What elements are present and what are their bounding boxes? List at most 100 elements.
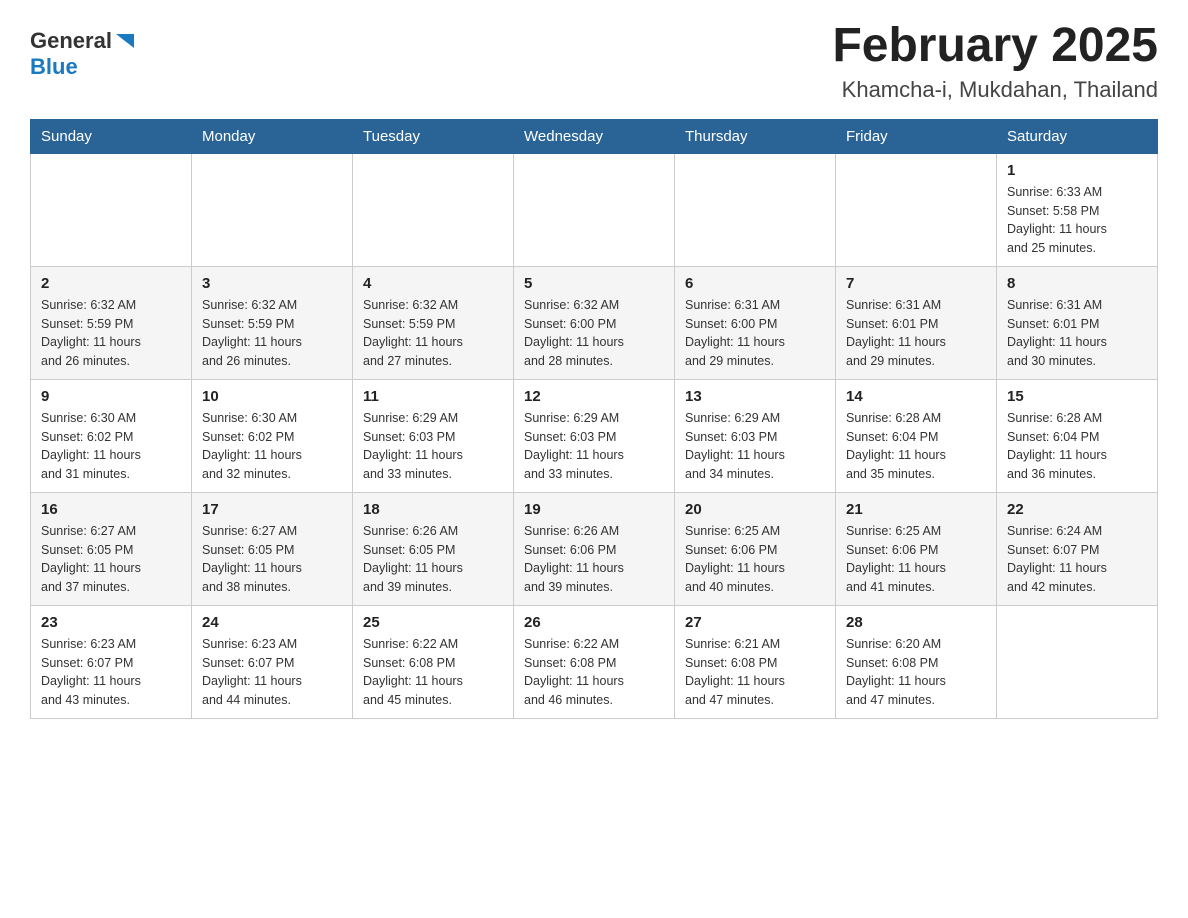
day-info: Sunrise: 6:32 AM Sunset: 5:59 PM Dayligh… bbox=[363, 296, 503, 371]
table-row: 24 Sunrise: 6:23 AM Sunset: 6:07 PM Dayli… bbox=[192, 605, 353, 718]
logo-general-text: General bbox=[30, 28, 112, 54]
week-row-2: 2 Sunrise: 6:32 AM Sunset: 5:59 PM Daylig… bbox=[31, 266, 1158, 379]
day-number: 14 bbox=[846, 388, 986, 405]
header-tuesday: Tuesday bbox=[353, 119, 514, 153]
day-info: Sunrise: 6:28 AM Sunset: 6:04 PM Dayligh… bbox=[1007, 409, 1147, 484]
day-info: Sunrise: 6:26 AM Sunset: 6:06 PM Dayligh… bbox=[524, 522, 664, 597]
table-row: 20 Sunrise: 6:25 AM Sunset: 6:06 PM Dayli… bbox=[675, 492, 836, 605]
week-row-4: 16 Sunrise: 6:27 AM Sunset: 6:05 PM Dayli… bbox=[31, 492, 1158, 605]
day-number: 24 bbox=[202, 614, 342, 631]
day-number: 23 bbox=[41, 614, 181, 631]
table-row: 18 Sunrise: 6:26 AM Sunset: 6:05 PM Dayli… bbox=[353, 492, 514, 605]
table-row: 26Sunrise: 6:22 AM Sunset: 6:08 PM Dayli… bbox=[514, 605, 675, 718]
day-number: 10 bbox=[202, 388, 342, 405]
day-number: 22 bbox=[1007, 501, 1147, 518]
day-info: Sunrise: 6:32 AM Sunset: 6:00 PM Dayligh… bbox=[524, 296, 664, 371]
table-row: 19Sunrise: 6:26 AM Sunset: 6:06 PM Dayli… bbox=[514, 492, 675, 605]
table-row: 21 Sunrise: 6:25 AM Sunset: 6:06 PM Dayli… bbox=[836, 492, 997, 605]
day-number: 15 bbox=[1007, 388, 1147, 405]
day-number: 6 bbox=[685, 275, 825, 292]
day-info: Sunrise: 6:31 AM Sunset: 6:01 PM Dayligh… bbox=[1007, 296, 1147, 371]
day-info: Sunrise: 6:21 AM Sunset: 6:08 PM Dayligh… bbox=[685, 635, 825, 710]
day-number: 28 bbox=[846, 614, 986, 631]
table-row: 27 Sunrise: 6:21 AM Sunset: 6:08 PM Dayli… bbox=[675, 605, 836, 718]
table-row: 11Sunrise: 6:29 AM Sunset: 6:03 PM Dayli… bbox=[353, 379, 514, 492]
day-info: Sunrise: 6:31 AM Sunset: 6:00 PM Dayligh… bbox=[685, 296, 825, 371]
day-info: Sunrise: 6:31 AM Sunset: 6:01 PM Dayligh… bbox=[846, 296, 986, 371]
table-row: 17 Sunrise: 6:27 AM Sunset: 6:05 PM Dayli… bbox=[192, 492, 353, 605]
day-number: 2 bbox=[41, 275, 181, 292]
day-info: Sunrise: 6:29 AM Sunset: 6:03 PM Dayligh… bbox=[524, 409, 664, 484]
day-info: Sunrise: 6:30 AM Sunset: 6:02 PM Dayligh… bbox=[202, 409, 342, 484]
day-info: Sunrise: 6:32 AM Sunset: 5:59 PM Dayligh… bbox=[41, 296, 181, 371]
day-info: Sunrise: 6:23 AM Sunset: 6:07 PM Dayligh… bbox=[41, 635, 181, 710]
weekday-header-row: Sunday Monday Tuesday Wednesday Thursday… bbox=[31, 119, 1158, 153]
day-number: 17 bbox=[202, 501, 342, 518]
day-number: 27 bbox=[685, 614, 825, 631]
location-title: Khamcha-i, Mukdahan, Thailand bbox=[832, 77, 1158, 103]
table-row bbox=[675, 153, 836, 266]
table-row: 12 Sunrise: 6:29 AM Sunset: 6:03 PM Dayli… bbox=[514, 379, 675, 492]
table-row: 4 Sunrise: 6:32 AM Sunset: 5:59 PM Daylig… bbox=[353, 266, 514, 379]
page-header: General Blue February 2025 Khamcha-i, Mu… bbox=[30, 20, 1158, 103]
table-row: 16 Sunrise: 6:27 AM Sunset: 6:05 PM Dayli… bbox=[31, 492, 192, 605]
table-row: 13 Sunrise: 6:29 AM Sunset: 6:03 PM Dayli… bbox=[675, 379, 836, 492]
table-row bbox=[836, 153, 997, 266]
day-info: Sunrise: 6:22 AM Sunset: 6:08 PM Dayligh… bbox=[363, 635, 503, 710]
day-info: Sunrise: 6:23 AM Sunset: 6:07 PM Dayligh… bbox=[202, 635, 342, 710]
header-monday: Monday bbox=[192, 119, 353, 153]
table-row bbox=[31, 153, 192, 266]
table-row: 22 Sunrise: 6:24 AM Sunset: 6:07 PM Dayli… bbox=[997, 492, 1158, 605]
day-number: 18 bbox=[363, 501, 503, 518]
day-info: Sunrise: 6:26 AM Sunset: 6:05 PM Dayligh… bbox=[363, 522, 503, 597]
day-number: 25 bbox=[363, 614, 503, 631]
day-number: 7 bbox=[846, 275, 986, 292]
logo: General Blue bbox=[30, 28, 136, 80]
table-row bbox=[353, 153, 514, 266]
day-number: 8 bbox=[1007, 275, 1147, 292]
table-row: 9Sunrise: 6:30 AM Sunset: 6:02 PM Daylig… bbox=[31, 379, 192, 492]
day-info: Sunrise: 6:24 AM Sunset: 6:07 PM Dayligh… bbox=[1007, 522, 1147, 597]
day-number: 3 bbox=[202, 275, 342, 292]
table-row: 3Sunrise: 6:32 AM Sunset: 5:59 PM Daylig… bbox=[192, 266, 353, 379]
day-number: 20 bbox=[685, 501, 825, 518]
table-row: 8 Sunrise: 6:31 AM Sunset: 6:01 PM Daylig… bbox=[997, 266, 1158, 379]
month-title: February 2025 bbox=[832, 20, 1158, 73]
week-row-3: 9 Sunrise: 6:30 AM Sunset: 6:02 PM Daylig… bbox=[31, 379, 1158, 492]
day-number: 4 bbox=[363, 275, 503, 292]
day-number: 12 bbox=[524, 388, 664, 405]
day-number: 13 bbox=[685, 388, 825, 405]
header-thursday: Thursday bbox=[675, 119, 836, 153]
table-row: 25 Sunrise: 6:22 AM Sunset: 6:08 PM Dayli… bbox=[353, 605, 514, 718]
logo-blue-text: Blue bbox=[30, 54, 78, 80]
day-info: Sunrise: 6:27 AM Sunset: 6:05 PM Dayligh… bbox=[202, 522, 342, 597]
day-info: Sunrise: 6:25 AM Sunset: 6:06 PM Dayligh… bbox=[846, 522, 986, 597]
table-row bbox=[997, 605, 1158, 718]
day-info: Sunrise: 6:28 AM Sunset: 6:04 PM Dayligh… bbox=[846, 409, 986, 484]
day-number: 26 bbox=[524, 614, 664, 631]
table-row: 14 Sunrise: 6:28 AM Sunset: 6:04 PM Dayli… bbox=[836, 379, 997, 492]
day-info: Sunrise: 6:33 AM Sunset: 5:58 PM Dayligh… bbox=[1007, 183, 1147, 258]
day-number: 21 bbox=[846, 501, 986, 518]
day-info: Sunrise: 6:25 AM Sunset: 6:06 PM Dayligh… bbox=[685, 522, 825, 597]
calendar-table: Sunday Monday Tuesday Wednesday Thursday… bbox=[30, 119, 1158, 719]
table-row: 15 Sunrise: 6:28 AM Sunset: 6:04 PM Dayli… bbox=[997, 379, 1158, 492]
header-saturday: Saturday bbox=[997, 119, 1158, 153]
day-number: 9 bbox=[41, 388, 181, 405]
day-number: 16 bbox=[41, 501, 181, 518]
day-number: 5 bbox=[524, 275, 664, 292]
logo-triangle-icon bbox=[114, 30, 136, 52]
header-wednesday: Wednesday bbox=[514, 119, 675, 153]
header-friday: Friday bbox=[836, 119, 997, 153]
table-row: 7 Sunrise: 6:31 AM Sunset: 6:01 PM Daylig… bbox=[836, 266, 997, 379]
week-row-1: 1Sunrise: 6:33 AM Sunset: 5:58 PM Daylig… bbox=[31, 153, 1158, 266]
table-row: 5 Sunrise: 6:32 AM Sunset: 6:00 PM Daylig… bbox=[514, 266, 675, 379]
table-row: 1Sunrise: 6:33 AM Sunset: 5:58 PM Daylig… bbox=[997, 153, 1158, 266]
day-info: Sunrise: 6:29 AM Sunset: 6:03 PM Dayligh… bbox=[685, 409, 825, 484]
table-row: 10 Sunrise: 6:30 AM Sunset: 6:02 PM Dayli… bbox=[192, 379, 353, 492]
table-row: 28 Sunrise: 6:20 AM Sunset: 6:08 PM Dayli… bbox=[836, 605, 997, 718]
day-info: Sunrise: 6:20 AM Sunset: 6:08 PM Dayligh… bbox=[846, 635, 986, 710]
week-row-5: 23 Sunrise: 6:23 AM Sunset: 6:07 PM Dayli… bbox=[31, 605, 1158, 718]
title-area: February 2025 Khamcha-i, Mukdahan, Thail… bbox=[832, 20, 1158, 103]
day-info: Sunrise: 6:27 AM Sunset: 6:05 PM Dayligh… bbox=[41, 522, 181, 597]
